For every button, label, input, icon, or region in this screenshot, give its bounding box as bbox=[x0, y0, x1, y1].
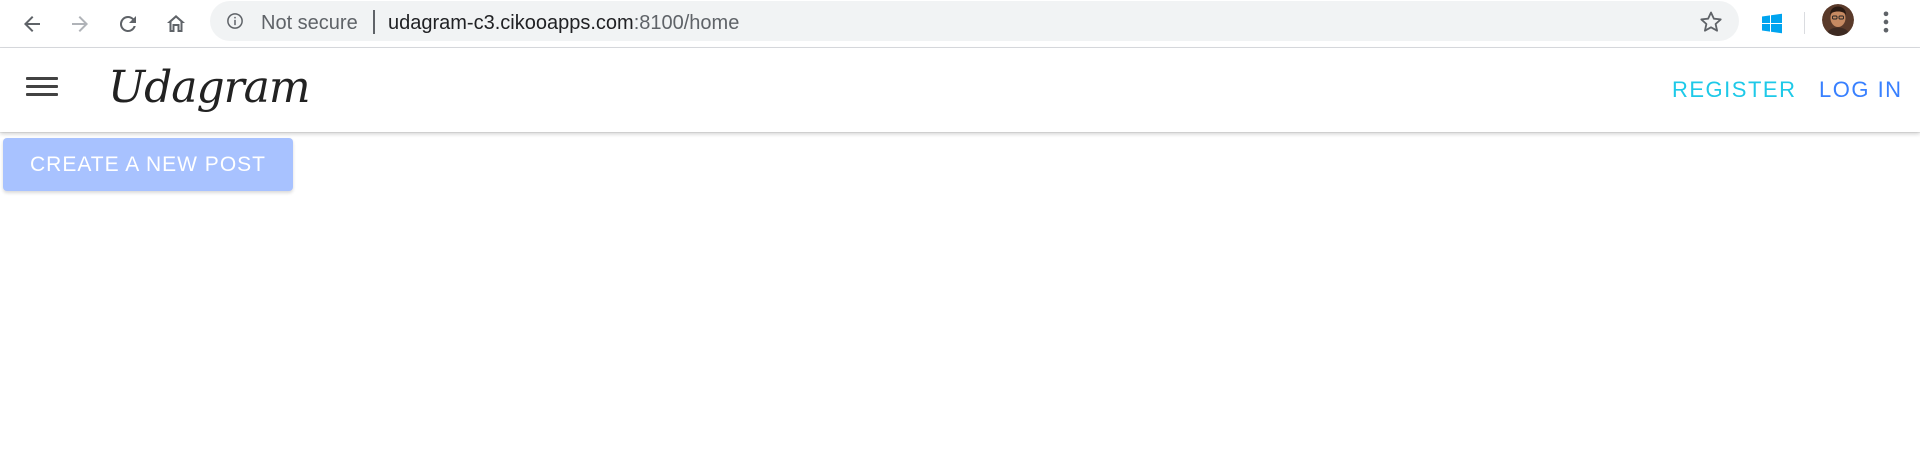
home-icon bbox=[167, 15, 185, 32]
forward-button[interactable] bbox=[60, 4, 100, 44]
reload-icon bbox=[119, 15, 136, 32]
browser-toolbar: Not secure udagram-c3.cikooapps.com:8100… bbox=[0, 0, 1920, 48]
omnibox-divider bbox=[373, 10, 375, 34]
windows-logo-icon[interactable] bbox=[1760, 12, 1784, 36]
info-icon[interactable] bbox=[226, 12, 244, 30]
app-logo: Udagram bbox=[108, 62, 311, 113]
toolbar-divider bbox=[1804, 12, 1805, 34]
three-dots-icon[interactable] bbox=[1872, 8, 1900, 36]
star-icon[interactable] bbox=[1699, 10, 1723, 34]
create-post-button[interactable]: CREATE A NEW POST bbox=[3, 138, 293, 191]
home-button[interactable] bbox=[156, 4, 196, 44]
security-status: Not secure bbox=[261, 12, 358, 34]
back-arrow-icon bbox=[24, 16, 40, 32]
menu-icon[interactable] bbox=[26, 77, 58, 103]
url-path: :8100/home bbox=[633, 12, 740, 34]
reload-button[interactable] bbox=[108, 4, 148, 44]
address-bar[interactable]: Not secure udagram-c3.cikooapps.com:8100… bbox=[210, 1, 1739, 41]
forward-arrow-icon bbox=[72, 16, 88, 32]
back-button[interactable] bbox=[12, 4, 52, 44]
url-host: udagram-c3.cikooapps.com bbox=[388, 12, 634, 34]
app-header: Udagram REGISTER LOG IN bbox=[0, 48, 1920, 132]
login-button[interactable]: LOG IN bbox=[1819, 76, 1903, 104]
url-text[interactable]: udagram-c3.cikooapps.com:8100/home bbox=[388, 12, 739, 34]
avatar[interactable] bbox=[1822, 4, 1854, 36]
register-button[interactable]: REGISTER bbox=[1672, 76, 1796, 104]
